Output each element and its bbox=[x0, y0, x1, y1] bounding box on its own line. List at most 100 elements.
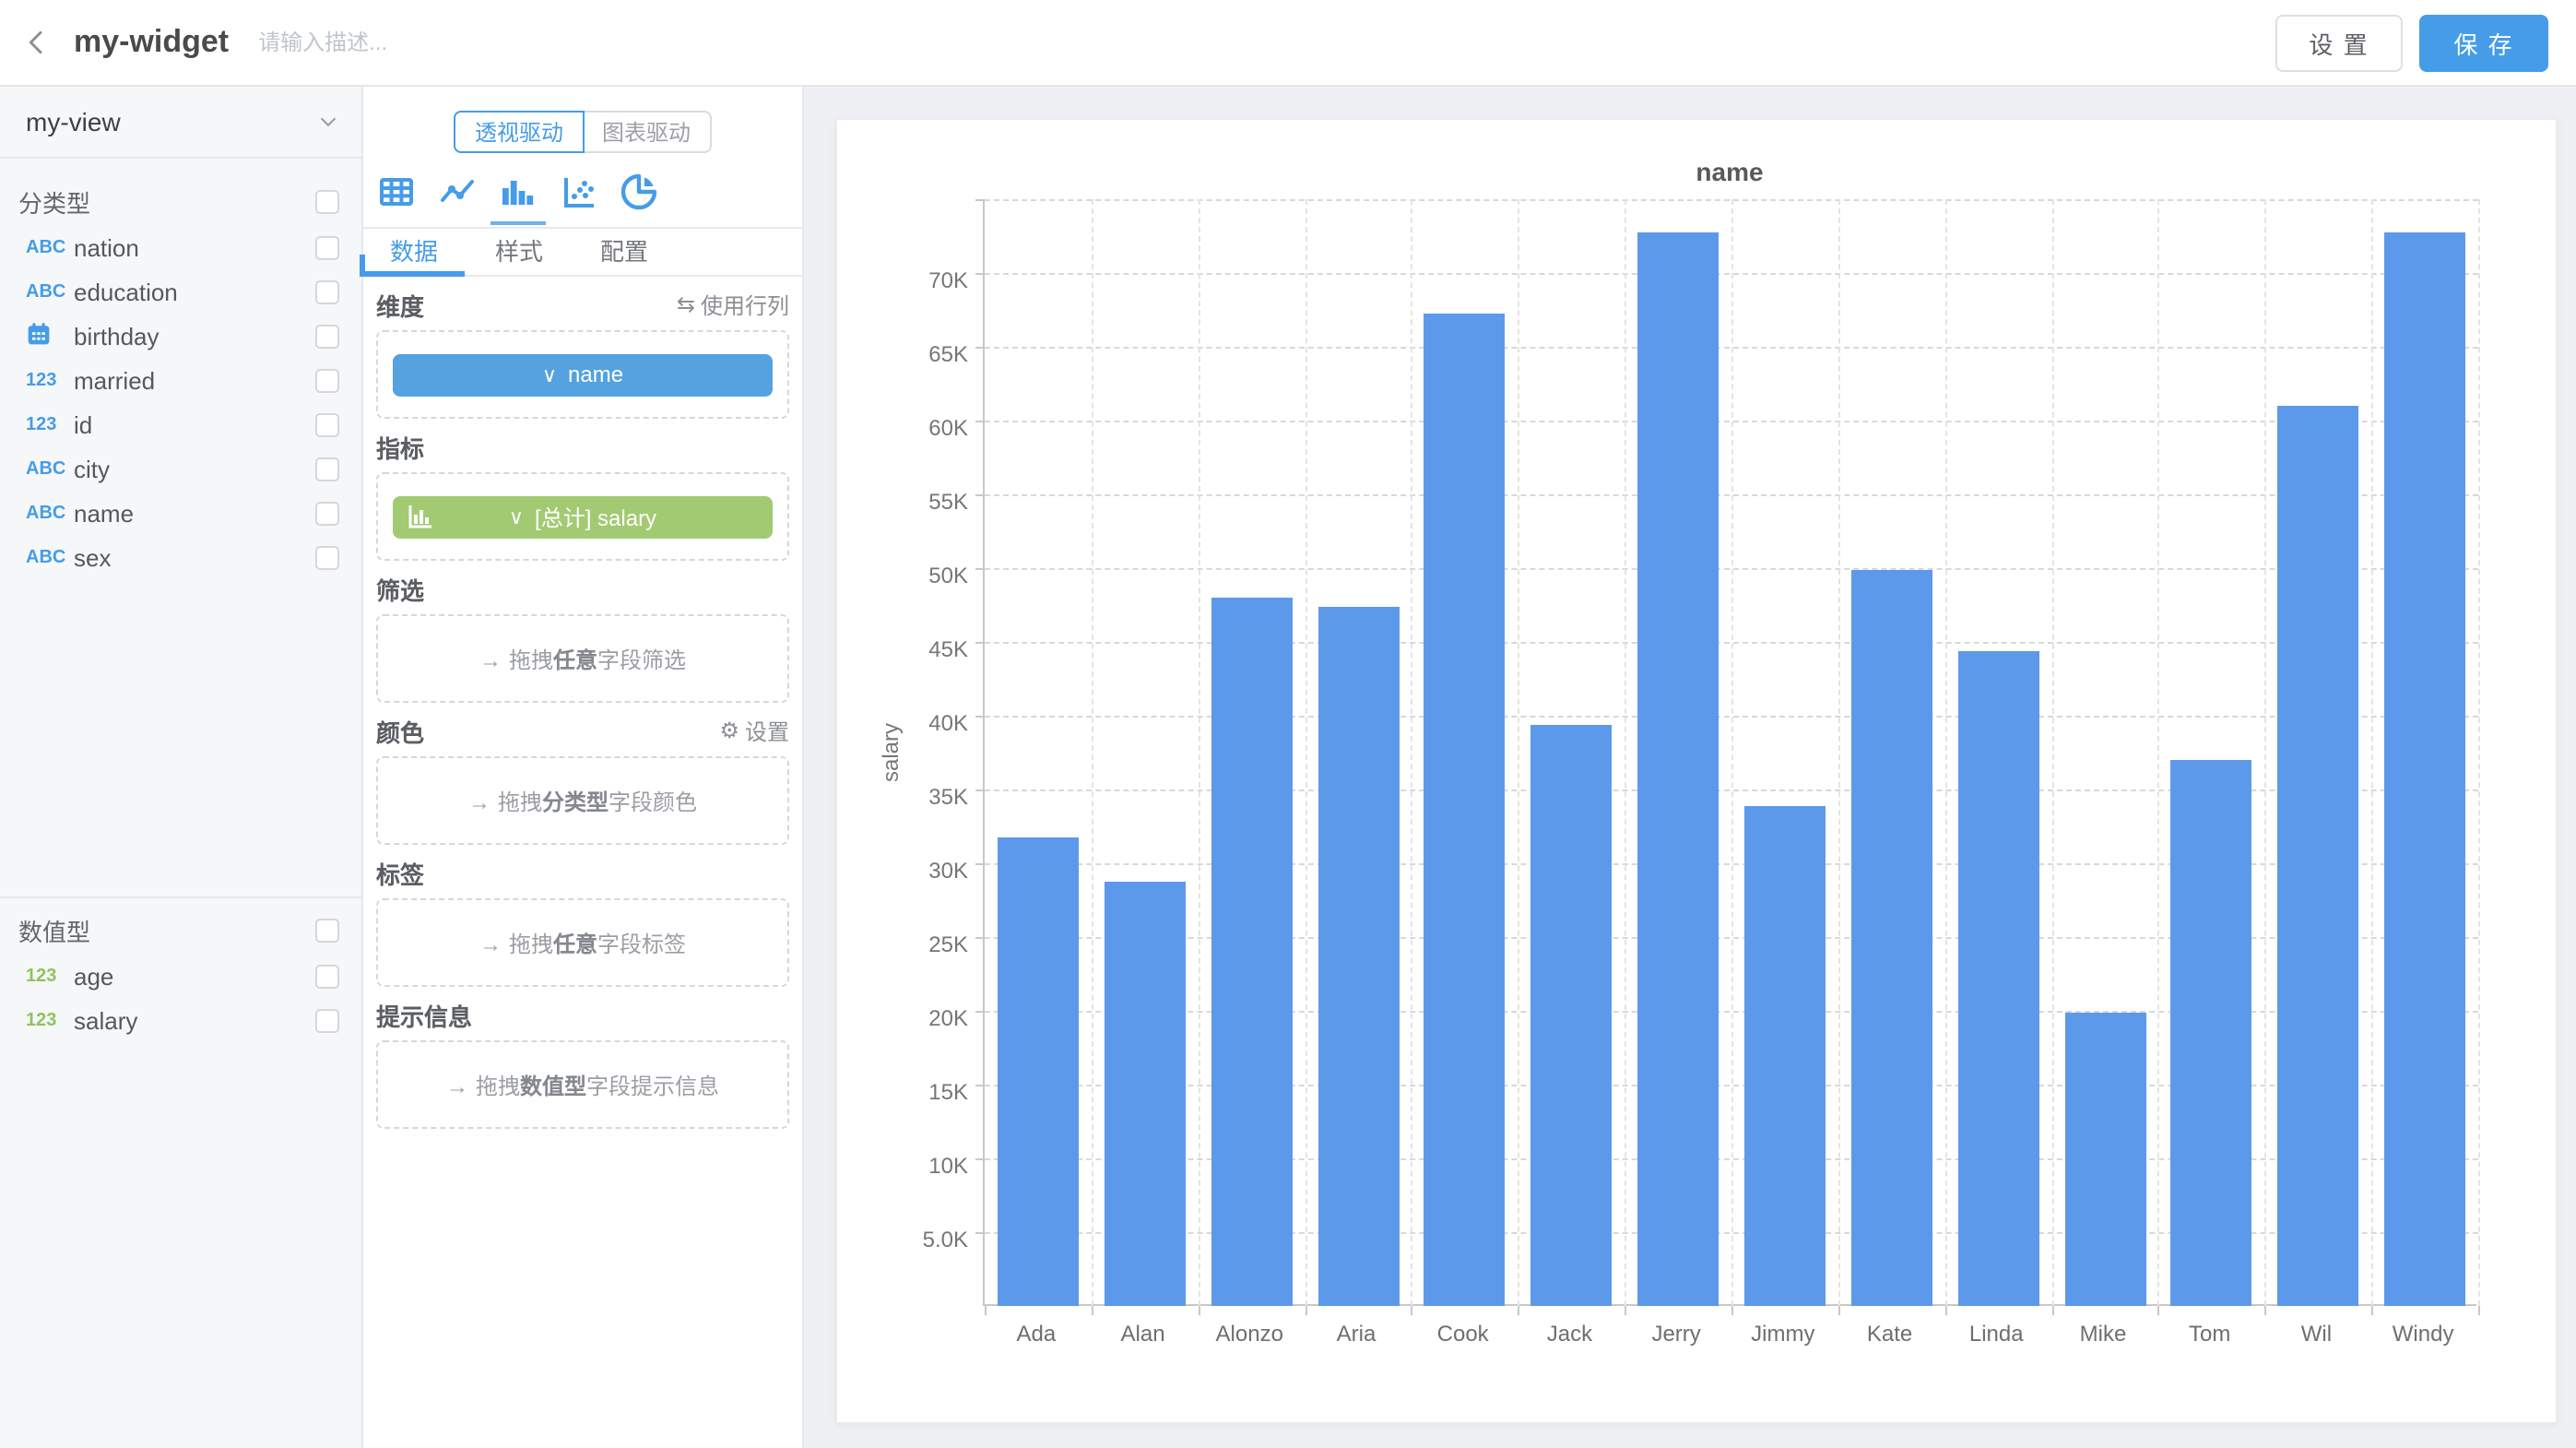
field-checkbox[interactable] bbox=[315, 235, 339, 259]
bar-Tom[interactable] bbox=[2171, 760, 2252, 1306]
x-tick bbox=[2478, 1306, 2480, 1315]
field-checkbox[interactable] bbox=[315, 545, 339, 569]
field-checkbox[interactable] bbox=[315, 1008, 339, 1032]
bar-Mike[interactable] bbox=[2064, 1013, 2145, 1306]
chart-type-bar-icon[interactable] bbox=[500, 173, 537, 210]
y-tick-label: 30K bbox=[857, 858, 968, 884]
field-item-age[interactable]: 123age bbox=[0, 954, 361, 998]
driver-mode-switch: 透视驱动 图表驱动 bbox=[363, 111, 802, 153]
y-tick-label: 55K bbox=[857, 489, 968, 515]
field-item-birthday[interactable]: birthday bbox=[0, 314, 361, 358]
field-name: married bbox=[74, 366, 315, 394]
data-sections: 维度 ⇆使用行列 ∨ name 指标 bbox=[363, 288, 802, 1129]
metric-chip-salary[interactable]: ∨ [总计] salary bbox=[393, 495, 773, 538]
field-checkbox[interactable] bbox=[315, 501, 339, 525]
filter-section: 筛选 →拖拽任意字段筛选 bbox=[376, 572, 789, 703]
save-button[interactable]: 保 存 bbox=[2419, 14, 2548, 71]
field-checkbox[interactable] bbox=[315, 368, 339, 392]
bar-Jimmy[interactable] bbox=[1744, 806, 1826, 1306]
chart-type-scatter-icon[interactable] bbox=[561, 173, 597, 210]
group-checkbox[interactable] bbox=[315, 189, 339, 213]
tab-config[interactable]: 配置 bbox=[573, 229, 675, 275]
x-tick bbox=[1412, 1306, 1413, 1315]
calendar-icon bbox=[26, 320, 74, 351]
field-item-name[interactable]: ABCname bbox=[0, 491, 361, 535]
y-tick-label: 10K bbox=[857, 1153, 968, 1179]
group-header: 数值型 bbox=[0, 906, 361, 954]
chart-type-table-icon[interactable] bbox=[378, 173, 415, 210]
field-checkbox[interactable] bbox=[315, 279, 339, 303]
field-item-sex[interactable]: ABCsex bbox=[0, 535, 361, 579]
chevron-down-icon bbox=[317, 111, 339, 133]
y-tick-label: 40K bbox=[857, 710, 968, 736]
field-item-nation[interactable]: ABCnation bbox=[0, 225, 361, 269]
field-item-married[interactable]: 123married bbox=[0, 358, 361, 402]
x-tick-label: Jerry bbox=[1623, 1321, 1730, 1347]
y-tick-label: 70K bbox=[857, 267, 968, 293]
y-tick-label: 25K bbox=[857, 932, 968, 957]
chip-label: [总计] salary bbox=[535, 501, 656, 532]
panel-tabs: 数据 样式 配置 bbox=[363, 229, 802, 277]
chart-preview-pane: name salary 5.0K10K15K20K25K30K35K40K45K… bbox=[804, 87, 2576, 1448]
x-tick-label: Windy bbox=[2369, 1321, 2476, 1347]
tooltip-dropzone[interactable]: →拖拽数值型字段提示信息 bbox=[376, 1040, 789, 1129]
color-label: 颜色 bbox=[376, 713, 719, 748]
bar-Jack[interactable] bbox=[1530, 725, 1612, 1306]
tab-data[interactable]: 数据 bbox=[363, 229, 465, 275]
bar-Wil[interactable] bbox=[2277, 406, 2358, 1306]
color-settings-link[interactable]: ⚙设置 bbox=[719, 715, 789, 746]
field-checkbox[interactable] bbox=[315, 324, 339, 348]
filter-dropzone[interactable]: →拖拽任意字段筛选 bbox=[376, 614, 789, 703]
bar-Linda[interactable] bbox=[1957, 651, 2038, 1306]
label-dropzone[interactable]: →拖拽任意字段标签 bbox=[376, 898, 789, 987]
bar-Cook[interactable] bbox=[1424, 313, 1506, 1306]
field-checkbox[interactable] bbox=[315, 457, 339, 481]
field-item-city[interactable]: ABCcity bbox=[0, 446, 361, 491]
field-item-id[interactable]: 123id bbox=[0, 402, 361, 446]
numeric-field-group: 数值型 123age123salary bbox=[0, 898, 361, 1042]
mode-chart-driven[interactable]: 图表驱动 bbox=[584, 111, 711, 153]
tooltip-section: 提示信息 →拖拽数值型字段提示信息 bbox=[376, 998, 789, 1129]
field-checkbox[interactable] bbox=[315, 964, 339, 988]
label-section: 标签 →拖拽任意字段标签 bbox=[376, 856, 789, 987]
chart-type-pie-icon[interactable] bbox=[621, 173, 658, 210]
settings-button[interactable]: 设 置 bbox=[2275, 14, 2403, 71]
bar-Jerry[interactable] bbox=[1637, 231, 1719, 1306]
dimension-dropzone[interactable]: ∨ name bbox=[376, 330, 789, 419]
categorical-field-group: 分类型 ABCnationABCeducationbirthday123marr… bbox=[0, 159, 361, 819]
bar-Ada[interactable] bbox=[998, 838, 1079, 1306]
back-button[interactable] bbox=[0, 0, 74, 86]
mode-pivot-driven[interactable]: 透视驱动 bbox=[455, 111, 584, 153]
use-row-column-link[interactable]: ⇆使用行列 bbox=[677, 289, 789, 320]
bar-Aria[interactable] bbox=[1318, 607, 1399, 1306]
view-select[interactable]: my-view bbox=[0, 87, 361, 159]
bar-Kate[interactable] bbox=[1851, 570, 1932, 1306]
bar-Windy[interactable] bbox=[2384, 231, 2465, 1306]
panel-resize-handle[interactable] bbox=[360, 255, 365, 277]
bar-Alonzo[interactable] bbox=[1211, 598, 1292, 1306]
field-name: salary bbox=[74, 1006, 315, 1034]
y-tick bbox=[975, 494, 985, 496]
x-tick bbox=[1198, 1306, 1199, 1315]
bar-Alan[interactable] bbox=[1105, 883, 1186, 1306]
field-item-salary[interactable]: 123salary bbox=[0, 998, 361, 1042]
gridline-v bbox=[2158, 199, 2160, 1306]
field-item-education[interactable]: ABCeducation bbox=[0, 269, 361, 314]
x-tick-label: Mike bbox=[2050, 1321, 2157, 1347]
metric-label: 指标 bbox=[376, 429, 789, 464]
x-tick bbox=[1625, 1306, 1626, 1315]
group-checkbox[interactable] bbox=[315, 918, 339, 942]
gridline-v bbox=[1198, 199, 1199, 1306]
x-tick-label: Wil bbox=[2263, 1321, 2370, 1347]
swap-icon: ⇆ bbox=[677, 291, 695, 317]
tab-style[interactable]: 样式 bbox=[468, 229, 570, 275]
chart-card: name salary 5.0K10K15K20K25K30K35K40K45K… bbox=[835, 118, 2558, 1424]
description-input[interactable] bbox=[258, 30, 553, 55]
color-dropzone[interactable]: →拖拽分类型字段颜色 bbox=[376, 756, 789, 845]
field-checkbox[interactable] bbox=[315, 412, 339, 436]
x-tick bbox=[1838, 1306, 1840, 1315]
y-tick bbox=[975, 199, 985, 201]
metric-dropzone[interactable]: ∨ [总计] salary bbox=[376, 472, 789, 561]
chart-type-line-icon[interactable] bbox=[439, 173, 476, 210]
dimension-chip-name[interactable]: ∨ name bbox=[393, 353, 773, 396]
